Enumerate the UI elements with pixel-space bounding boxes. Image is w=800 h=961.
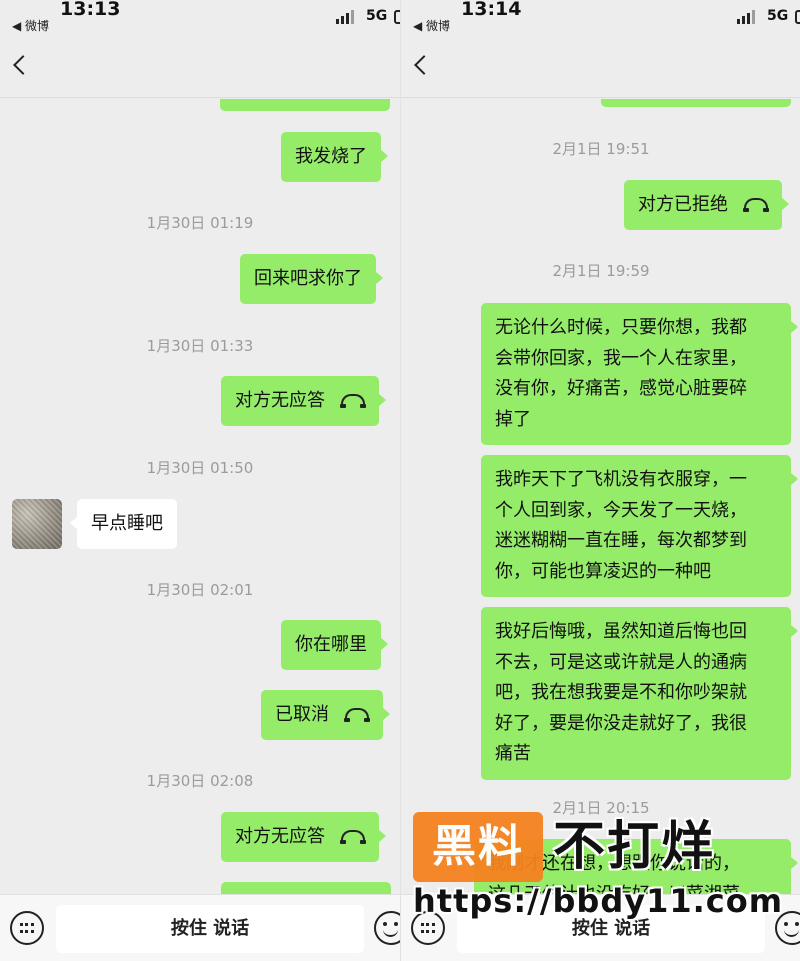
nav-bar (0, 40, 400, 98)
message-bubble-out[interactable]: 我发烧了 (281, 132, 388, 182)
message-line: 我好后悔哦，虽然知道后悔也回 (495, 621, 747, 642)
phone-hangup-icon (743, 198, 769, 212)
network-type: 5G (767, 8, 789, 24)
message-line: 这几天估计也没吃好，川菜湘菜 (488, 883, 740, 895)
signal-icon (336, 10, 358, 24)
signal-icon (737, 10, 759, 24)
timestamp: 1月30日 01:19 (146, 214, 254, 232)
message-bubble-out[interactable] (221, 882, 391, 894)
status-time: 13:14 (461, 0, 522, 20)
keyboard-icon[interactable] (411, 911, 445, 945)
message-bubble-out[interactable]: 我好后悔哦，虽然知道后悔也回 不去，可是这或许就是人的通病 吧，我在想我要是不和… (481, 607, 798, 780)
message-text: 你在哪里 (295, 634, 367, 655)
message-bubble-out[interactable]: 无论什么时候，只要你想，我都 会带你回家，我一个人在家里， 没有你，好痛苦，感觉… (481, 303, 798, 445)
message-bubble-out[interactable]: 我刚才还在想，想跟你说话的， 这几天估计也没吃好，川菜湘菜 (474, 839, 798, 895)
message-text: 对方已拒绝 (638, 194, 728, 215)
timestamp: 2月1日 19:59 (552, 262, 650, 280)
network-type: 5G (366, 8, 388, 24)
timestamp: 1月30日 02:01 (146, 581, 254, 599)
message-list[interactable]: 我发烧了 1月30日 01:19 回来吧求你了 1月30日 01:33 对方无应… (0, 99, 400, 894)
message-line: 个人回到家，今天发了一天烧， (495, 499, 747, 521)
input-bar: 按住 说话 (401, 894, 800, 961)
message-text: 已取消 (275, 704, 329, 725)
back-to-app-link[interactable]: ◀ 微博 (12, 17, 49, 34)
message-line: 掉了 (495, 408, 531, 430)
keyboard-icon[interactable] (10, 911, 44, 945)
message-text: 对方无应答 (235, 390, 325, 411)
status-time: 13:13 (60, 0, 121, 20)
timestamp: 1月30日 01:50 (146, 459, 254, 477)
message-line: 没有你，好痛苦，感觉心脏要碎 (495, 378, 747, 399)
timestamp: 1月30日 01:33 (146, 337, 254, 355)
phone-hangup-icon (344, 708, 370, 722)
message-line: 会带你回家，我一个人在家里， (495, 347, 747, 369)
phone-hangup-icon (340, 830, 366, 844)
message-bubble-in[interactable]: 早点睡吧 (70, 499, 177, 549)
message-bubble-out[interactable] (601, 99, 798, 107)
emoji-icon[interactable] (775, 911, 800, 945)
message-text: 对方无应答 (235, 826, 325, 847)
emoji-icon[interactable] (374, 911, 400, 945)
call-record-bubble[interactable]: 已取消 (261, 690, 390, 740)
message-bubble-out[interactable]: 回来吧求你了 (240, 254, 383, 304)
chat-screen-left: 13:13 ◀ 微博 5G 我发烧了 1月30日 01:19 回来吧求你了 1月… (0, 0, 400, 961)
message-line: 你，可能也算凌迟的一种吧 (495, 560, 711, 582)
back-arrow-icon[interactable] (414, 55, 434, 75)
chat-screen-right: 13:14 ◀ 微博 5G 2月1日 19:51 对方已拒绝 2月1日 19:5… (400, 0, 800, 961)
message-line: 我刚才还在想，想跟你说话的， (488, 853, 740, 874)
message-text: 回来吧求你了 (254, 268, 362, 289)
back-to-app-link[interactable]: ◀ 微博 (413, 17, 450, 34)
message-bubble-out[interactable]: 我昨天下了飞机没有衣服穿，一 个人回到家，今天发了一天烧， 迷迷糊糊一直在睡，每… (481, 455, 798, 597)
message-line: 痛苦 (495, 743, 531, 764)
battery-icon (795, 10, 800, 24)
call-record-bubble[interactable]: 对方无应答 (221, 812, 386, 862)
input-bar: 按住 说话 (0, 894, 400, 961)
message-line: 吧，我在想我要是不和你吵架就 (495, 682, 747, 703)
phone-hangup-icon (340, 394, 366, 408)
message-bubble-out[interactable]: 你在哪里 (281, 620, 388, 670)
status-bar: 13:13 ◀ 微博 5G (0, 0, 400, 40)
hold-to-talk-button[interactable]: 按住 说话 (56, 905, 364, 953)
call-record-bubble[interactable]: 对方已拒绝 (624, 180, 789, 230)
nav-bar (401, 40, 800, 98)
message-bubble-out[interactable] (220, 99, 397, 111)
message-line: 迷迷糊糊一直在睡，每次都梦到 (495, 530, 747, 551)
timestamp: 1月30日 02:08 (146, 772, 254, 790)
message-list[interactable]: 2月1日 19:51 对方已拒绝 2月1日 19:59 无论什么时候，只要你想，… (401, 99, 800, 894)
message-text: 早点睡吧 (91, 513, 163, 534)
back-arrow-icon[interactable] (13, 55, 33, 75)
message-line: 我昨天下了飞机没有衣服穿，一 (495, 469, 747, 490)
message-line: 无论什么时候，只要你想，我都 (495, 317, 747, 338)
message-line: 不去，可是这或许就是人的通病 (495, 651, 747, 673)
message-text: 我发烧了 (295, 146, 367, 167)
contact-avatar[interactable] (12, 499, 62, 549)
timestamp: 2月1日 19:51 (552, 140, 650, 158)
message-line: 好了，要是你没走就好了，我很 (495, 712, 747, 734)
call-record-bubble[interactable]: 对方无应答 (221, 376, 386, 426)
hold-to-talk-button[interactable]: 按住 说话 (457, 905, 765, 953)
status-bar: 13:14 ◀ 微博 5G (401, 0, 800, 40)
timestamp: 2月1日 20:15 (552, 799, 650, 817)
